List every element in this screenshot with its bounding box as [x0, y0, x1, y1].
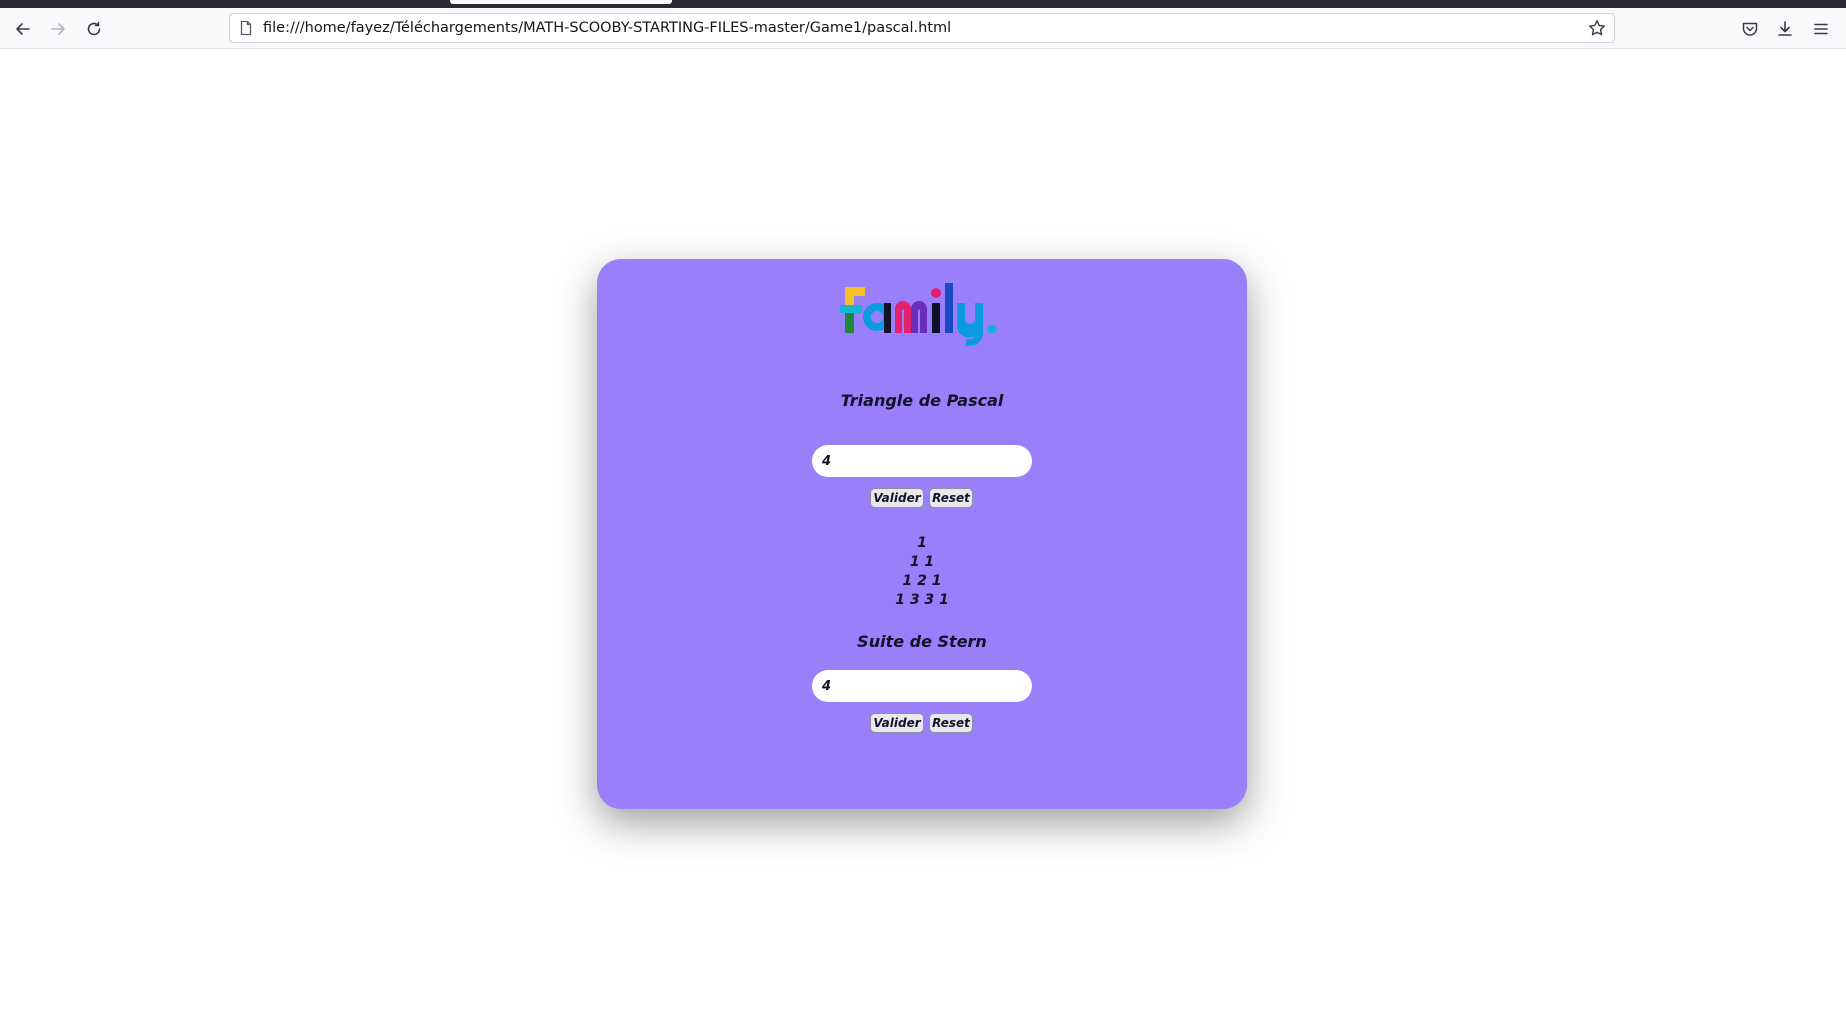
url-bar[interactable]: file:///home/fayez/Téléchargements/MATH-…: [229, 13, 1615, 43]
page-icon: [240, 20, 252, 36]
forward-button[interactable]: [45, 17, 71, 41]
stern-reset-button[interactable]: Reset: [929, 713, 973, 733]
family-logo-graphic: [840, 283, 997, 346]
pascal-title: Triangle de Pascal: [840, 391, 1004, 410]
active-tab[interactable]: [450, 0, 672, 4]
hamburger-menu-icon: [1814, 23, 1828, 35]
pascal-reset-button[interactable]: Reset: [929, 488, 973, 508]
pascal-row: 1 1: [909, 554, 935, 570]
stern-input[interactable]: [812, 670, 1032, 702]
pocket-icon: [1742, 22, 1758, 36]
pascal-row: 1: [917, 535, 927, 551]
url-text: file:///home/fayez/Téléchargements/MATH-…: [263, 20, 952, 36]
pascal-triangle-output: 1 1 1 1 2 1 1 3 3 1: [597, 534, 1247, 610]
main-card: Triangle de Pascal Valider Reset 1 1 1 1…: [597, 259, 1247, 809]
pascal-input[interactable]: [812, 445, 1032, 477]
window-top-strip: [0, 0, 1846, 8]
back-button[interactable]: [10, 17, 36, 41]
stern-title: Suite de Stern: [857, 632, 987, 651]
downloads-button[interactable]: [1773, 17, 1797, 41]
star-icon[interactable]: [1588, 19, 1606, 37]
download-icon: [1778, 21, 1792, 36]
arrow-left-icon: [16, 23, 30, 35]
pocket-button[interactable]: [1738, 17, 1762, 41]
reload-icon: [87, 21, 101, 36]
arrow-right-icon: [51, 23, 65, 35]
pascal-row: 1 2 1: [902, 573, 942, 589]
family-logo: [597, 279, 1247, 349]
browser-toolbar: file:///home/fayez/Téléchargements/MATH-…: [0, 8, 1846, 49]
pascal-validate-button[interactable]: Valider: [870, 488, 924, 508]
page-content: Triangle de Pascal Valider Reset 1 1 1 1…: [0, 49, 1846, 1017]
menu-button[interactable]: [1809, 17, 1833, 41]
reload-button[interactable]: [81, 17, 107, 41]
pascal-row: 1 3 3 1: [895, 592, 949, 608]
stern-validate-button[interactable]: Valider: [870, 713, 924, 733]
